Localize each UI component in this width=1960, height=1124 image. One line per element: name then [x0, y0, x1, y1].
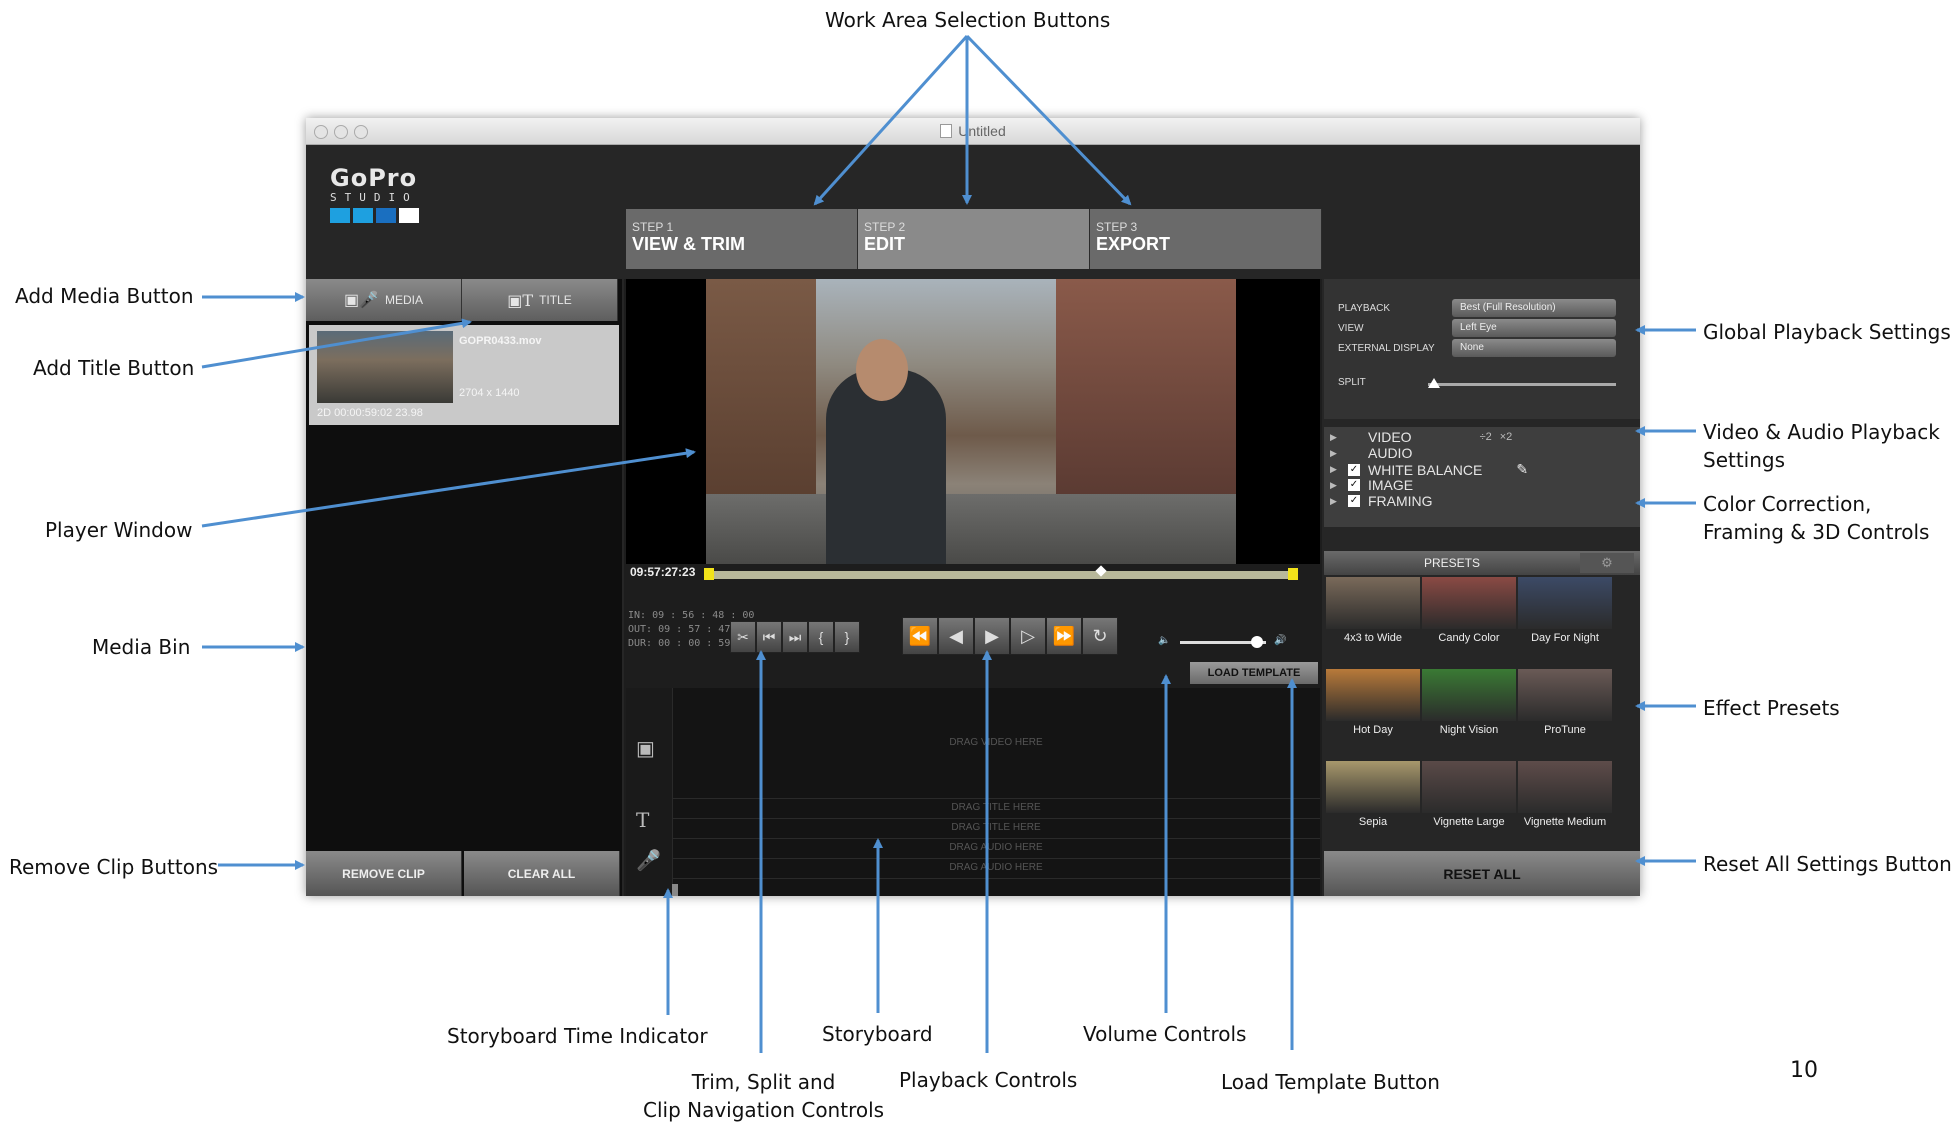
- arrow-line: [201, 318, 472, 369]
- arrow-line: [201, 448, 696, 528]
- arrow-line: [813, 34, 969, 206]
- arrow-line: [965, 34, 1132, 206]
- callout-arrows: [201, 34, 1696, 1053]
